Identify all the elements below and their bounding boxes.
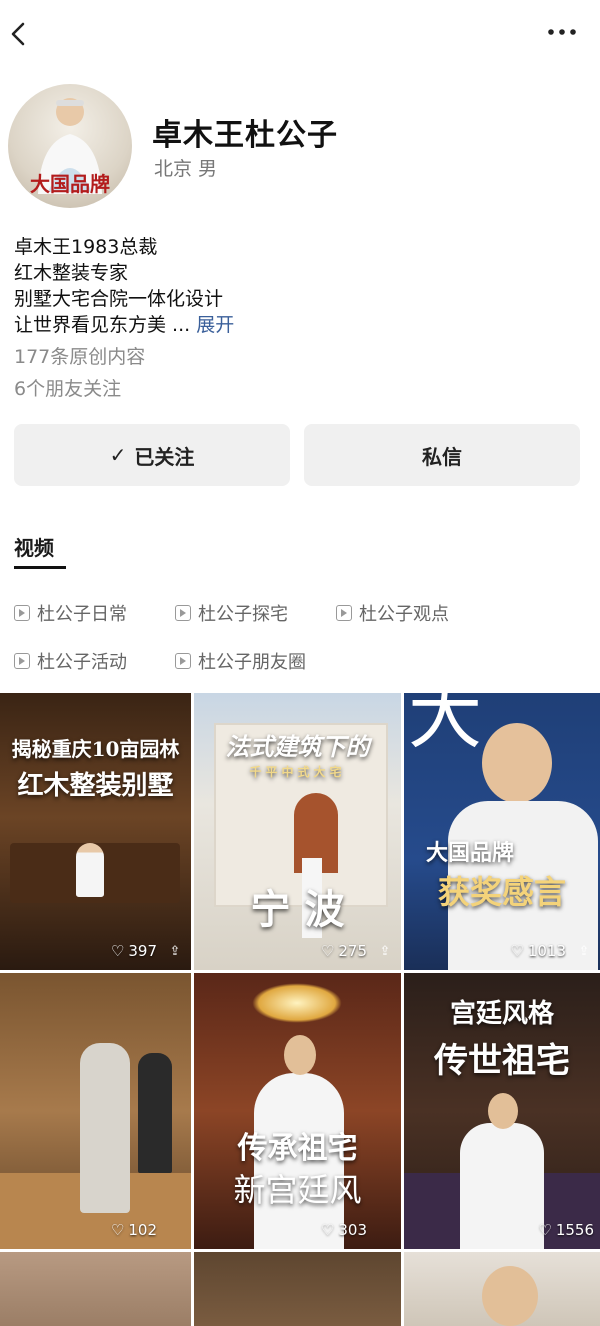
profile-name: 卓木王杜公子	[152, 118, 338, 153]
location-gender: 北京 男	[154, 158, 218, 180]
video-caption: 获奖感言	[438, 873, 567, 911]
collection-label: 杜公子日常	[37, 604, 127, 625]
thumbnail-bg-text: 大	[408, 693, 482, 759]
like-count: ♡ 397	[110, 942, 157, 960]
video-caption: 大国品牌	[426, 840, 515, 866]
share-icon: ⇪	[169, 944, 181, 959]
check-icon: ✓	[109, 443, 127, 467]
tab-indicator	[14, 566, 66, 569]
tab-videos[interactable]: 视频	[14, 532, 54, 561]
top-bar	[0, 0, 600, 64]
thumbnail-figure	[76, 843, 104, 897]
video-caption: 法式建筑下的	[225, 732, 370, 761]
like-count: ♡ 1013	[510, 942, 566, 960]
thumbnail-face	[284, 1035, 316, 1075]
play-square-icon	[175, 605, 191, 621]
like-count: ♡ 275	[320, 942, 367, 960]
thumbnail-figure	[138, 1053, 172, 1173]
message-label: 私信	[422, 444, 462, 469]
collection-chip[interactable]: 杜公子日常	[14, 600, 127, 626]
bio-line: 让世界看见东方美 ...	[14, 314, 191, 336]
video-caption: 新宫廷风	[233, 1171, 362, 1209]
bio: 卓木王1983总裁 红木整装专家 别墅大宅合院一体化设计 让世界看见东方美 ..…	[14, 234, 574, 338]
collection-label: 杜公子探宅	[198, 604, 288, 625]
heart-icon: ♡	[110, 942, 125, 960]
collection-chip[interactable]: 杜公子活动	[14, 648, 127, 674]
video-tile[interactable]: 传承祖宅 新宫廷风 ♡ 303	[194, 973, 401, 1249]
video-tile[interactable]	[194, 1252, 401, 1326]
like-count: ♡ 1556	[538, 1221, 594, 1239]
share-icon: ⇪	[379, 944, 391, 959]
heart-icon: ♡	[538, 1221, 552, 1239]
video-tile[interactable]	[404, 1252, 600, 1326]
share-icon: ⇪	[578, 944, 590, 959]
thumbnail-face	[482, 723, 552, 803]
video-caption: 揭秘重庆10亩园林	[11, 737, 180, 761]
video-subcaption: 千平中式大宅	[249, 765, 346, 779]
like-count: ♡ 303	[320, 1221, 367, 1239]
video-tile[interactable]	[0, 1252, 191, 1326]
play-square-icon	[175, 653, 191, 669]
video-tile[interactable]: 大 大国品牌 获奖感言 ♡ 1013 ⇪	[404, 693, 600, 970]
video-tile[interactable]: 揭秘重庆10亩园林 红木整装别墅 ♡ 397 ⇪	[0, 693, 191, 970]
heart-icon: ♡	[320, 1221, 335, 1239]
collection-label: 杜公子观点	[359, 604, 449, 625]
avatar-logo-text: 大国品牌	[30, 172, 110, 196]
chandelier-icon	[252, 983, 342, 1023]
play-square-icon	[14, 653, 30, 669]
original-content-count: 177条原创内容	[14, 346, 146, 368]
following-label: 已关注	[134, 444, 195, 469]
chevron-left-icon[interactable]	[6, 18, 34, 50]
collection-chip[interactable]: 杜公子探宅	[175, 600, 288, 626]
video-caption: 宁 波	[250, 886, 345, 933]
video-caption: 宫廷风格	[449, 999, 554, 1029]
collection-chip[interactable]: 杜公子观点	[336, 600, 449, 626]
thumbnail-face	[482, 1266, 538, 1326]
video-caption: 传世祖宅	[434, 1041, 570, 1081]
bio-line: 卓木王1983总裁	[14, 236, 158, 258]
following-button[interactable]: ✓ 已关注	[14, 424, 290, 486]
heart-icon: ♡	[320, 942, 335, 960]
heart-icon: ♡	[110, 1221, 125, 1239]
bio-line: 别墅大宅合院一体化设计	[14, 288, 224, 310]
collection-label: 杜公子活动	[37, 652, 127, 673]
thumbnail-figure	[460, 1123, 544, 1249]
friends-following[interactable]: 6个朋友关注	[14, 374, 121, 401]
thumbnail-face	[488, 1093, 518, 1129]
collection-label: 杜公子朋友圈	[198, 652, 306, 673]
video-caption: 传承祖宅	[237, 1131, 358, 1166]
more-horizontal-icon[interactable]	[546, 20, 578, 44]
video-tile[interactable]: 法式建筑下的 千平中式大宅 宁 波 ♡ 275 ⇪	[194, 693, 401, 970]
like-count: ♡ 102	[110, 1221, 157, 1239]
play-square-icon	[336, 605, 352, 621]
message-button[interactable]: 私信	[304, 424, 580, 486]
expand-link[interactable]: 展开	[196, 314, 234, 336]
avatar[interactable]: 大国品牌	[8, 84, 132, 208]
video-tile[interactable]: ♡ 102	[0, 973, 191, 1249]
heart-icon: ♡	[510, 942, 524, 960]
bio-line: 红木整装专家	[14, 262, 129, 284]
collection-chip[interactable]: 杜公子朋友圈	[175, 648, 306, 674]
video-tile[interactable]: 宫廷风格 传世祖宅 ♡ 1556	[404, 973, 600, 1249]
thumbnail-figure	[80, 1043, 130, 1213]
video-caption: 红木整装别墅	[17, 771, 174, 801]
play-square-icon	[14, 605, 30, 621]
